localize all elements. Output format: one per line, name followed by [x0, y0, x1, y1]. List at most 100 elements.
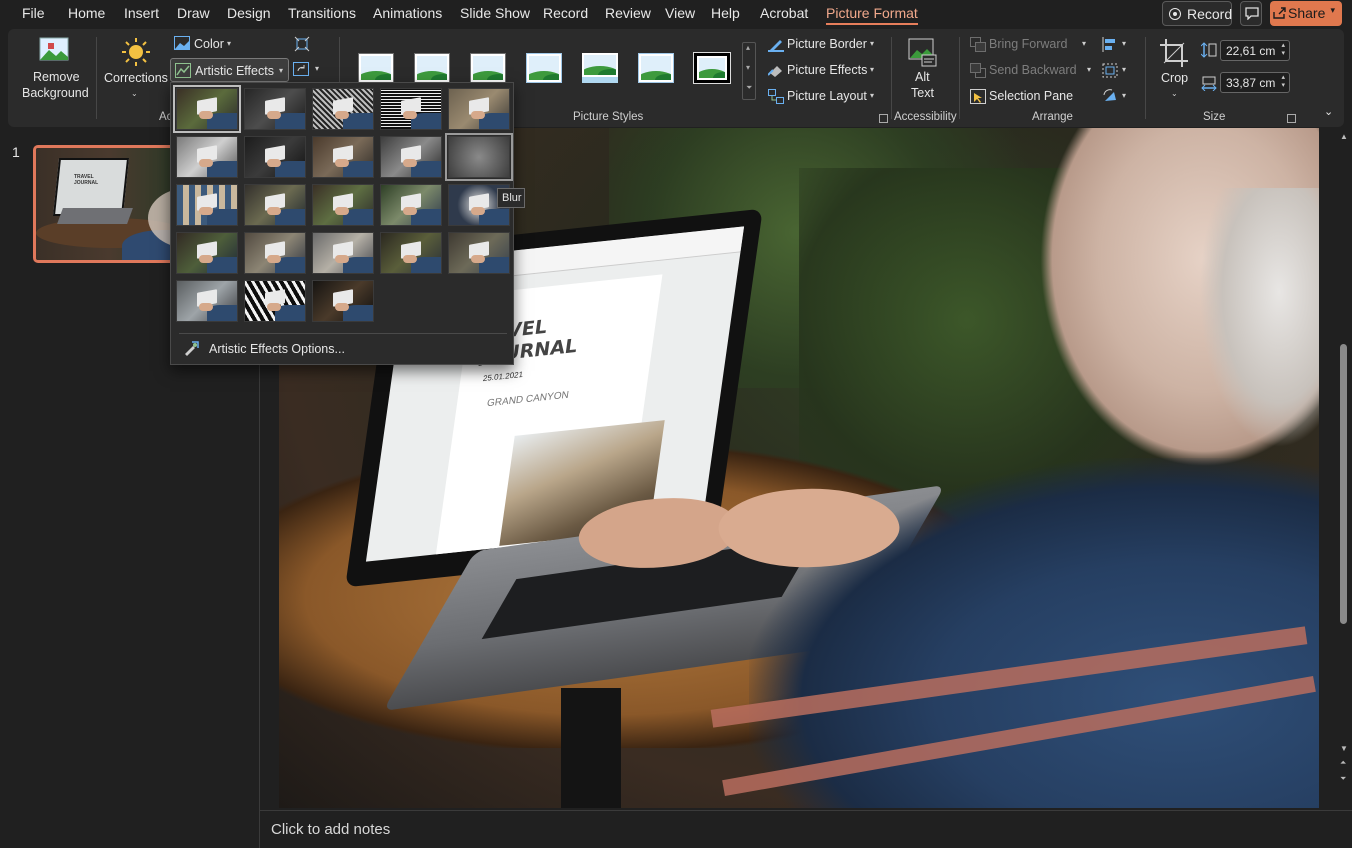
picture-border-button[interactable]: Picture Border ▾	[766, 36, 878, 54]
notes-pane[interactable]: Click to add notes	[260, 810, 1352, 848]
tab-record[interactable]: Record	[543, 5, 588, 21]
chevron-up-icon[interactable]: ▴	[746, 43, 750, 52]
selection-pane-button[interactable]: Selection Pane	[968, 88, 1088, 106]
send-backward-button[interactable]: Send Backward ▾	[968, 62, 1096, 80]
tab-slide-show[interactable]: Slide Show	[460, 5, 530, 21]
artistic-effect-20[interactable]	[448, 232, 510, 274]
effect-preview-hand	[335, 207, 349, 215]
previous-slide-icon[interactable]: ⏶	[1340, 758, 1346, 768]
artistic-effect-7[interactable]	[244, 136, 306, 178]
rotate-icon	[1103, 89, 1116, 101]
picture-style-1[interactable]	[358, 53, 394, 83]
chevron-down-icon: ▾	[227, 39, 232, 48]
compress-pictures-icon[interactable]	[294, 36, 310, 52]
effect-preview-hand	[199, 303, 213, 311]
crop-button[interactable]: Crop ⌄	[1154, 33, 1196, 105]
color-label: Color	[194, 37, 224, 51]
artistic-effect-9[interactable]	[380, 136, 442, 178]
picture-style-6[interactable]	[638, 53, 674, 83]
color-button[interactable]: Color ▾	[172, 35, 238, 55]
picture-effects-button[interactable]: Picture Effects ▾	[766, 62, 878, 80]
chevron-down-icon: ▾	[1330, 5, 1335, 15]
artistic-effect-12[interactable]	[244, 184, 306, 226]
artistic-effect-17[interactable]	[244, 232, 306, 274]
picture-style-3[interactable]	[470, 53, 506, 83]
artistic-effect-21[interactable]	[176, 280, 238, 322]
artistic-effect-23[interactable]	[312, 280, 374, 322]
spinner-icon[interactable]: ▴ ▾	[1281, 74, 1285, 90]
tab-help[interactable]: Help	[711, 5, 740, 21]
alt-text-button[interactable]: Alt Text	[902, 33, 948, 105]
effect-preview-hand	[403, 207, 417, 215]
effect-preview-hand	[267, 255, 281, 263]
artistic-effect-8[interactable]	[312, 136, 374, 178]
artistic-effect-11[interactable]	[176, 184, 238, 226]
artistic-effect-16[interactable]	[176, 232, 238, 274]
artistic-effect-4[interactable]	[380, 88, 442, 130]
gallery-more-icon[interactable]: ⏷	[746, 83, 752, 93]
artistic-effect-14[interactable]	[380, 184, 442, 226]
artistic-effect-13[interactable]	[312, 184, 374, 226]
spinner-icon[interactable]: ▴ ▾	[1281, 42, 1285, 58]
corrections-button[interactable]: Corrections ⌄	[100, 33, 170, 105]
artistic-effect-3[interactable]	[312, 88, 374, 130]
remove-background-label-2: Background	[22, 86, 89, 100]
scrollbar-thumb[interactable]	[1340, 344, 1347, 624]
picture-style-7[interactable]	[693, 52, 731, 84]
dialog-launcher-icon[interactable]	[1287, 114, 1296, 123]
tab-file[interactable]: File	[22, 5, 45, 21]
picture-style-2[interactable]	[414, 53, 450, 83]
share-button[interactable]: Share ▾	[1270, 1, 1342, 26]
rotate-button[interactable]: ▾	[1100, 88, 1132, 106]
width-field[interactable]: 33,87 cm ▴ ▾	[1220, 72, 1290, 93]
remove-background-button[interactable]: Remove Background	[14, 33, 94, 105]
tab-view[interactable]: View	[665, 5, 695, 21]
align-button[interactable]: ▾	[1100, 36, 1132, 54]
tab-transitions[interactable]: Transitions	[288, 5, 356, 21]
tab-review[interactable]: Review	[605, 5, 651, 21]
artistic-effect-6[interactable]	[176, 136, 238, 178]
scroll-down-icon[interactable]: ▼	[1340, 744, 1348, 753]
chevron-down-icon: ▾	[1122, 39, 1127, 48]
alt-text-label-1: Alt	[915, 70, 930, 84]
effect-preview-hand	[471, 255, 485, 263]
tab-picture-format[interactable]: Picture Format	[826, 5, 918, 25]
artistic-effect-18[interactable]	[312, 232, 374, 274]
tab-acrobat[interactable]: Acrobat	[760, 5, 808, 21]
bring-forward-label: Bring Forward	[989, 37, 1068, 51]
effect-preview-hand	[335, 159, 349, 167]
collapse-ribbon-icon[interactable]: ⌄	[1324, 105, 1333, 118]
artistic-effect-5[interactable]	[448, 88, 510, 130]
artistic-effects-options[interactable]: Artistic Effects Options...	[209, 342, 345, 356]
record-button[interactable]: Record	[1162, 1, 1232, 26]
tab-insert[interactable]: Insert	[124, 5, 159, 21]
tab-design[interactable]: Design	[227, 5, 271, 21]
bring-forward-button[interactable]: Bring Forward ▾	[968, 36, 1090, 54]
comments-button[interactable]	[1240, 1, 1262, 26]
tab-draw[interactable]: Draw	[177, 5, 210, 21]
artistic-effect-22[interactable]	[244, 280, 306, 322]
scroll-up-icon[interactable]: ▲	[1340, 132, 1348, 141]
picture-layout-button[interactable]: Picture Layout ▾	[766, 88, 878, 106]
picture-style-5[interactable]	[582, 53, 618, 83]
chevron-down-icon[interactable]: ▾	[746, 63, 750, 72]
artistic-effects-button[interactable]: Artistic Effects ▾	[170, 58, 289, 82]
change-picture-button[interactable]: ▾	[293, 62, 327, 80]
dialog-launcher-icon[interactable]	[879, 114, 888, 123]
tab-animations[interactable]: Animations	[373, 5, 442, 21]
picture-style-4[interactable]	[526, 53, 562, 83]
next-slide-icon[interactable]: ⏷	[1340, 774, 1346, 784]
tab-home[interactable]: Home	[68, 5, 105, 21]
effect-preview-hand	[335, 303, 349, 311]
artistic-effect-2[interactable]	[244, 88, 306, 130]
artistic-effect-19[interactable]	[380, 232, 442, 274]
vertical-scrollbar[interactable]: ▲ ▼ ⏶ ⏷	[1336, 128, 1352, 808]
effect-preview-hand	[267, 207, 281, 215]
gallery-scrollbar[interactable]: ▴ ▾ ⏷	[742, 42, 756, 100]
chevron-down-icon: ▾	[1122, 91, 1127, 100]
artistic-effect-10[interactable]	[445, 133, 513, 181]
group-button[interactable]: ▾	[1100, 62, 1132, 80]
effect-preview	[449, 137, 509, 177]
artistic-effect-1[interactable]	[173, 85, 241, 133]
height-field[interactable]: 22,61 cm ▴ ▾	[1220, 40, 1290, 61]
